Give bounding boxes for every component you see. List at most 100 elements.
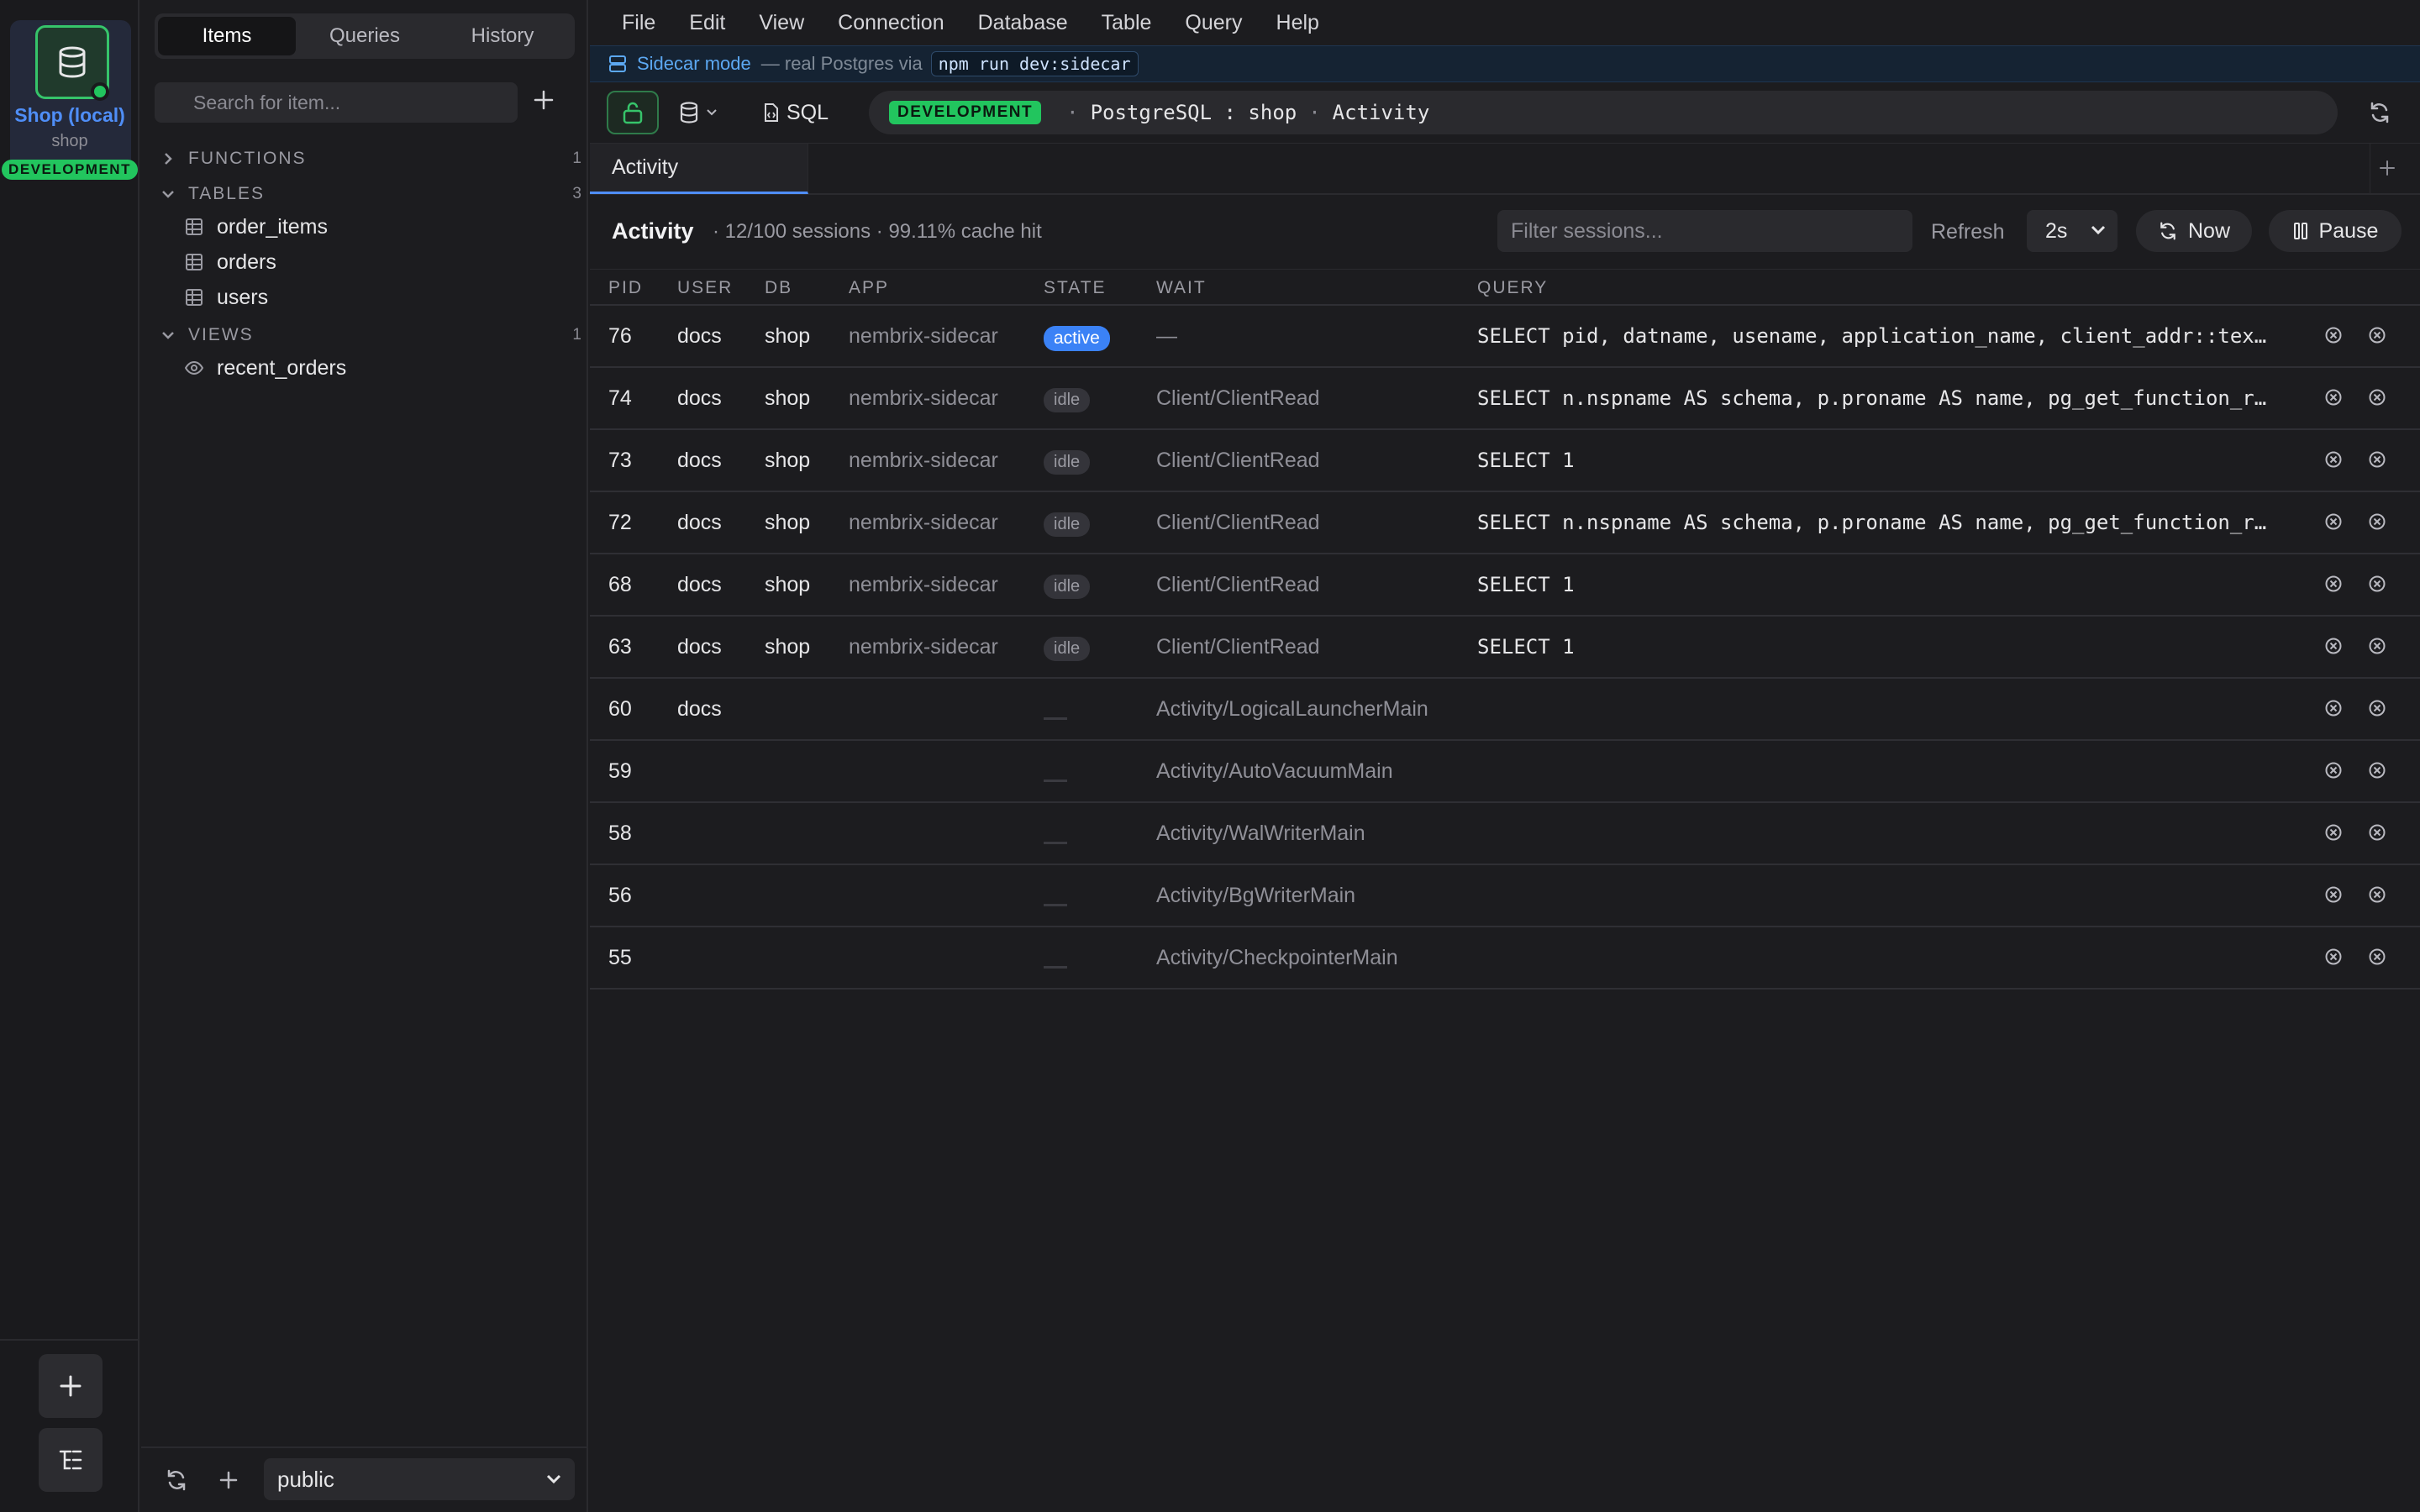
database-switcher[interactable]: [679, 94, 731, 131]
breadcrumb-location[interactable]: Activity: [1333, 101, 1430, 124]
cancel-query-icon[interactable]: [2324, 761, 2343, 780]
terminate-session-icon[interactable]: [2368, 450, 2386, 469]
chevron-down-icon: [707, 109, 717, 116]
tab-items[interactable]: Items: [158, 17, 296, 55]
group-functions[interactable]: FUNCTIONS 1: [161, 144, 581, 173]
table-row[interactable]: 55 Activity/CheckpointerMain: [590, 927, 2420, 990]
filter-sessions-input[interactable]: Filter sessions...: [1497, 210, 1912, 252]
terminate-session-icon[interactable]: [2368, 326, 2386, 344]
tab-queries[interactable]: Queries: [296, 17, 434, 55]
table-row[interactable]: 56 Activity/BgWriterMain: [590, 865, 2420, 927]
menu-view[interactable]: View: [759, 11, 804, 35]
col-wait[interactable]: WAIT: [1156, 278, 1207, 298]
cancel-query-icon[interactable]: [2324, 575, 2343, 593]
table-row[interactable]: 59 Activity/AutoVacuumMain: [590, 741, 2420, 803]
table-row[interactable]: 63 docs shop nembrix-sidecar idle Client/Clie…: [590, 617, 2420, 679]
table-row[interactable]: 73 docs shop nembrix-sidecar idle Client/Clie…: [590, 430, 2420, 492]
table-row[interactable]: 60 docs Activity/LogicalLauncherMain: [590, 679, 2420, 741]
col-state[interactable]: STATE: [1044, 278, 1107, 298]
terminate-session-icon[interactable]: [2368, 885, 2386, 904]
tab-history[interactable]: History: [434, 17, 571, 55]
menu-table[interactable]: Table: [1102, 11, 1152, 35]
search-input[interactable]: Search for item...: [155, 82, 518, 123]
schema-select[interactable]: public: [264, 1458, 575, 1500]
cell-query[interactable]: SELECT pid, datname, usename, applicatio…: [1477, 324, 2266, 348]
plus-icon: [60, 1375, 82, 1397]
breadcrumb: DEVELOPMENT · PostgreSQL : shop · Activi…: [869, 91, 2338, 134]
refresh-schema-button[interactable]: [165, 1468, 188, 1492]
terminate-session-icon[interactable]: [2368, 948, 2386, 966]
cell-pid: 63: [608, 635, 632, 659]
menu-help[interactable]: Help: [1276, 11, 1319, 35]
table-item-order-items[interactable]: order_items: [185, 212, 328, 242]
table-row[interactable]: 72 docs shop nembrix-sidecar idle Client/Clie…: [590, 492, 2420, 554]
table-item-orders[interactable]: orders: [185, 247, 276, 277]
refresh-connection-button[interactable]: [2368, 101, 2391, 124]
table-item-users[interactable]: users: [185, 282, 268, 312]
terminate-session-icon[interactable]: [2368, 699, 2386, 717]
cell-query[interactable]: SELECT 1: [1477, 449, 1575, 472]
cancel-query-icon[interactable]: [2324, 388, 2343, 407]
state-empty: [1044, 780, 1067, 782]
cell-query[interactable]: SELECT n.nspname AS schema, p.proname AS…: [1477, 511, 2266, 534]
table-row[interactable]: 74 docs shop nembrix-sidecar idle Client/Clie…: [590, 368, 2420, 430]
cancel-query-icon[interactable]: [2324, 885, 2343, 904]
breadcrumb-engine[interactable]: PostgreSQL : shop: [1091, 101, 1297, 124]
cell-state: idle: [1044, 575, 1091, 599]
refresh-interval-select[interactable]: 2s: [2027, 210, 2118, 252]
col-user[interactable]: USER: [677, 278, 733, 298]
terminate-session-icon[interactable]: [2368, 388, 2386, 407]
cell-app: nembrix-sidecar: [849, 449, 998, 472]
menu-connection[interactable]: Connection: [838, 11, 944, 35]
add-schema-button[interactable]: [218, 1470, 239, 1490]
view-item-recent-orders[interactable]: recent_orders: [185, 353, 346, 383]
table-row[interactable]: 68 docs shop nembrix-sidecar idle Client/Clie…: [590, 554, 2420, 617]
cancel-query-icon[interactable]: [2324, 326, 2343, 344]
cancel-query-icon[interactable]: [2324, 637, 2343, 655]
col-app[interactable]: APP: [849, 278, 889, 298]
cell-query[interactable]: SELECT n.nspname AS schema, p.proname AS…: [1477, 386, 2266, 410]
sql-editor-button[interactable]: SQL: [763, 94, 829, 131]
plus-icon: [2380, 160, 2395, 176]
banner-subtitle: — real Postgres via: [760, 53, 923, 74]
table-row[interactable]: 58 Activity/WalWriterMain: [590, 803, 2420, 865]
col-query[interactable]: QUERY: [1477, 278, 1548, 298]
group-views[interactable]: VIEWS 1: [161, 321, 581, 349]
terminate-session-icon[interactable]: [2368, 761, 2386, 780]
table-row[interactable]: 76 docs shop nembrix-sidecar active — SELECT p…: [590, 306, 2420, 368]
tab-activity[interactable]: Activity: [590, 144, 808, 194]
menu-edit[interactable]: Edit: [689, 11, 725, 35]
add-connection-button[interactable]: [39, 1354, 103, 1418]
menu-file[interactable]: File: [622, 11, 655, 35]
cell-user: docs: [677, 449, 722, 472]
cancel-query-icon[interactable]: [2324, 699, 2343, 717]
cell-app: nembrix-sidecar: [849, 386, 998, 410]
refresh-now-button[interactable]: Now: [2136, 210, 2252, 252]
pause-button[interactable]: Pause: [2269, 210, 2402, 252]
cancel-query-icon[interactable]: [2324, 823, 2343, 842]
terminate-session-icon[interactable]: [2368, 512, 2386, 531]
cancel-query-icon[interactable]: [2324, 948, 2343, 966]
add-item-button[interactable]: [533, 89, 555, 111]
cell-query[interactable]: SELECT 1: [1477, 573, 1575, 596]
cell-wait: Client/ClientRead: [1156, 573, 1320, 596]
terminate-session-icon[interactable]: [2368, 823, 2386, 842]
col-db[interactable]: DB: [765, 278, 792, 298]
terminate-session-icon[interactable]: [2368, 637, 2386, 655]
cell-query[interactable]: SELECT 1: [1477, 635, 1575, 659]
cell-pid: 55: [608, 946, 632, 969]
outline-button[interactable]: [39, 1428, 103, 1492]
new-tab-button[interactable]: [2378, 159, 2396, 177]
breadcrumb-separator: ·: [1066, 101, 1079, 124]
safe-mode-toggle[interactable]: [607, 91, 659, 134]
menu-query[interactable]: Query: [1185, 11, 1242, 35]
refresh-icon: [2370, 102, 2389, 123]
refresh-label: Refresh: [1931, 220, 2005, 244]
cancel-query-icon[interactable]: [2324, 512, 2343, 531]
group-tables[interactable]: TABLES 3: [161, 180, 581, 208]
col-pid[interactable]: PID: [608, 278, 643, 298]
cancel-query-icon[interactable]: [2324, 450, 2343, 469]
group-label: TABLES: [188, 184, 265, 203]
terminate-session-icon[interactable]: [2368, 575, 2386, 593]
menu-database[interactable]: Database: [978, 11, 1068, 35]
